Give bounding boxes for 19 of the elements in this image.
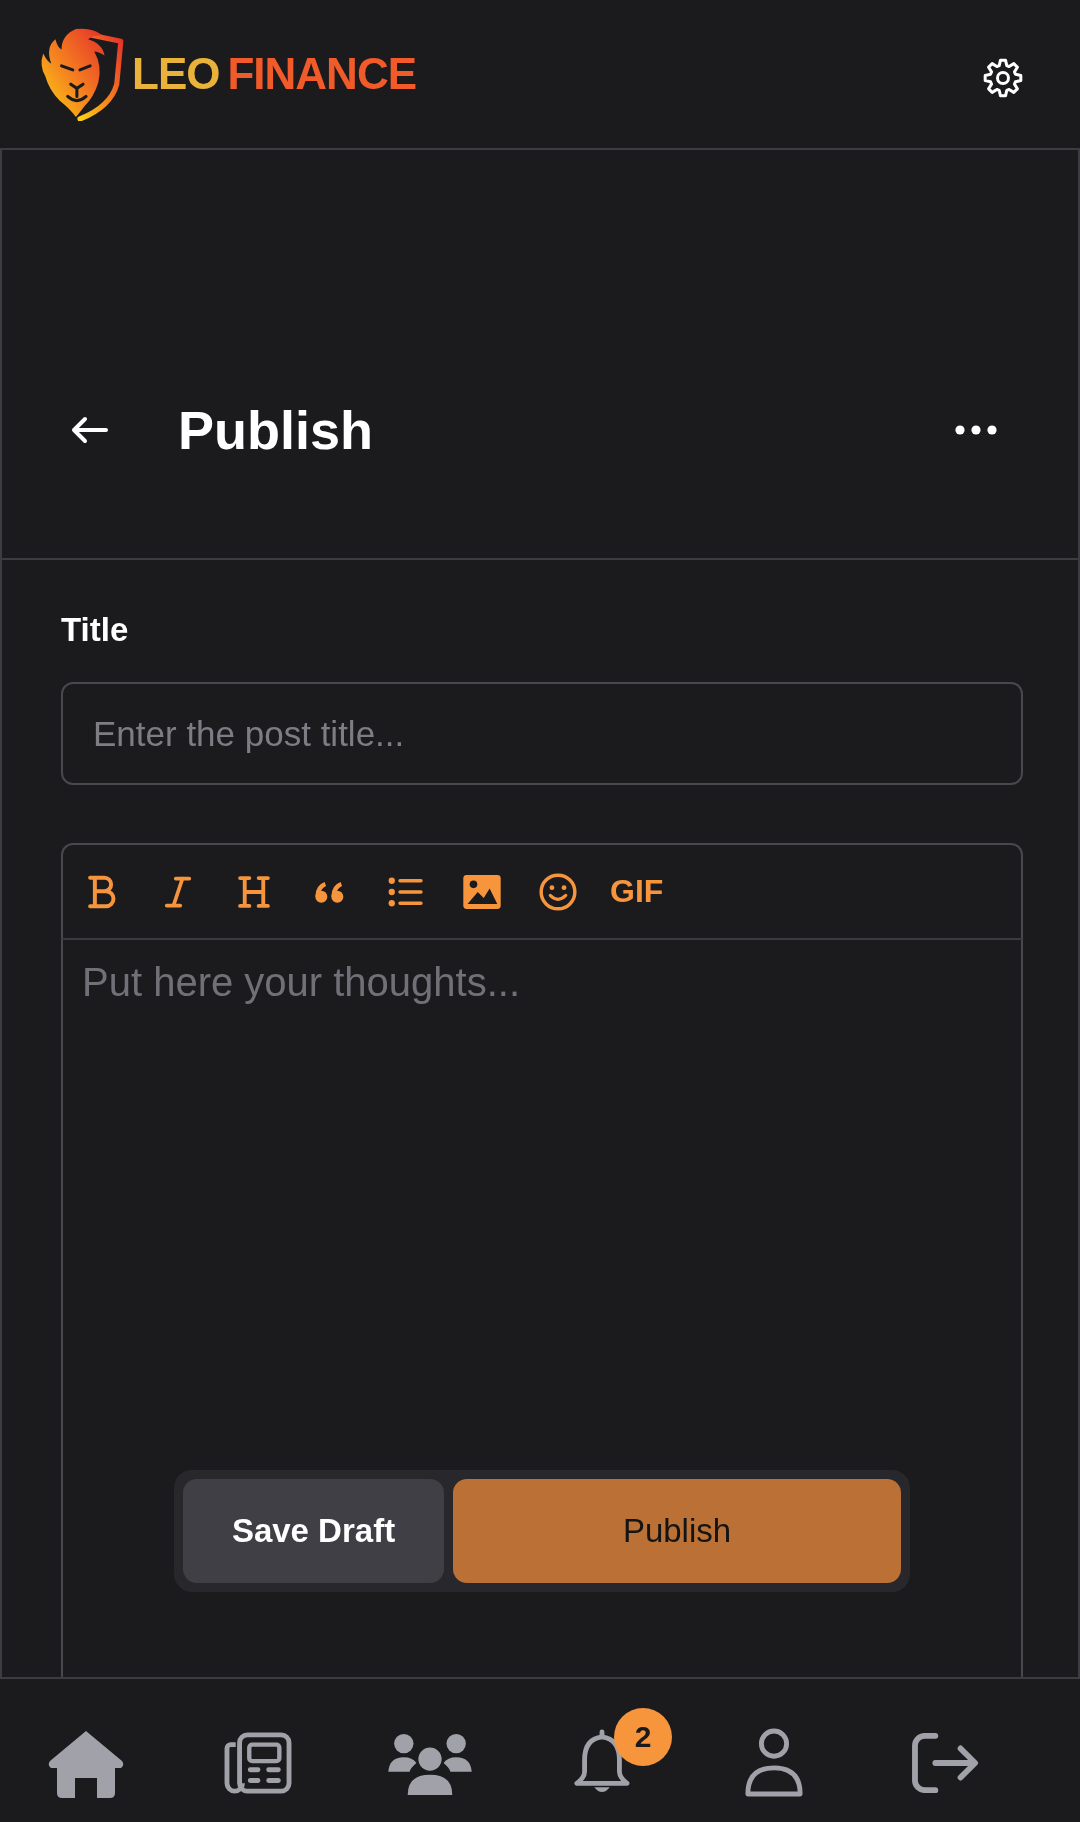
- list-icon[interactable]: [388, 875, 424, 908]
- settings-icon[interactable]: [983, 58, 1023, 98]
- logo-text: LEO: [132, 52, 220, 96]
- user-icon[interactable]: [743, 1727, 805, 1799]
- quote-icon[interactable]: [314, 879, 346, 904]
- notification-badge: 2: [614, 1708, 672, 1766]
- smiley-face-icon[interactable]: [539, 872, 577, 911]
- more-options-icon[interactable]: [955, 425, 997, 435]
- publish-button[interactable]: Publish: [453, 1479, 901, 1583]
- image-icon[interactable]: [463, 874, 501, 909]
- logo-text: FINANCE: [227, 52, 416, 96]
- title-label: Title: [61, 612, 130, 648]
- people-icon[interactable]: [387, 1731, 473, 1795]
- home-icon[interactable]: [46, 1728, 126, 1798]
- save-draft-button[interactable]: Save Draft: [183, 1479, 444, 1583]
- gif-button[interactable]: GIF: [610, 861, 664, 922]
- title-input-field[interactable]: Enter the post title...: [61, 682, 1023, 785]
- newspaper-icon[interactable]: [223, 1731, 293, 1795]
- page-title: Publish: [178, 398, 373, 462]
